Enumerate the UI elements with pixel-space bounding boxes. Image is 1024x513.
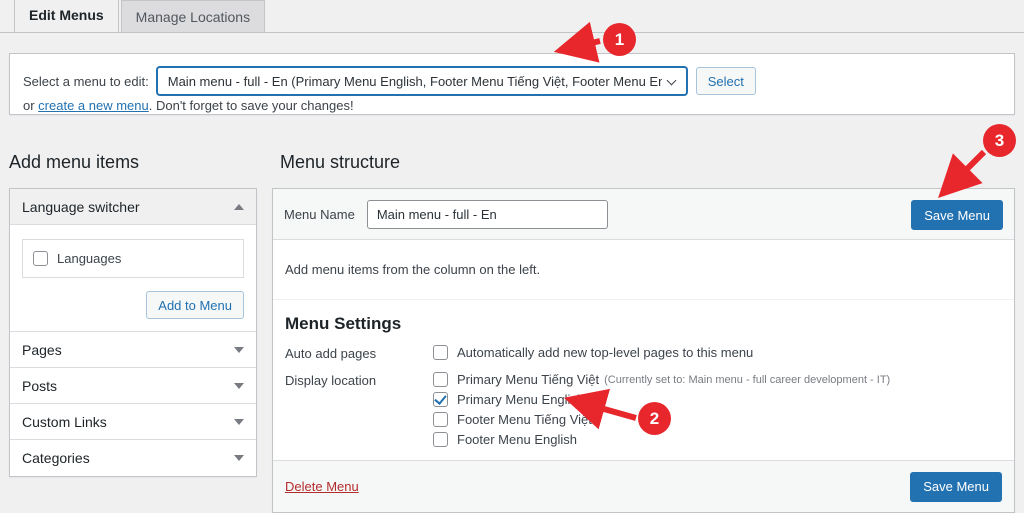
save-menu-button-top[interactable]: Save Menu bbox=[911, 200, 1003, 230]
create-menu-row: or create a new menu. Don't forget to sa… bbox=[23, 98, 354, 113]
add-to-menu-button[interactable]: Add to Menu bbox=[146, 291, 244, 319]
tab-manage-locations[interactable]: Manage Locations bbox=[120, 0, 266, 32]
delete-menu-link[interactable]: Delete Menu bbox=[285, 479, 359, 494]
accordion-custom-links[interactable]: Custom Links bbox=[10, 404, 256, 440]
location-option-footer-menu-tieng-viet[interactable]: Footer Menu Tiếng Việt bbox=[433, 412, 1002, 427]
location-checkbox-primary-menu-tieng-viet[interactable] bbox=[433, 372, 448, 387]
menu-name-input[interactable] bbox=[366, 199, 608, 229]
save-menu-button-bottom[interactable]: Save Menu bbox=[910, 471, 1002, 502]
tab-bar: Edit Menus Manage Locations bbox=[0, 0, 1024, 33]
accordion-categories-label: Categories bbox=[22, 450, 90, 466]
languages-list-box: Languages bbox=[22, 239, 244, 278]
menu-name-label: Menu Name bbox=[284, 206, 355, 222]
languages-label: Languages bbox=[57, 251, 122, 266]
accordion-posts-label: Posts bbox=[22, 377, 58, 394]
location-note-primary-menu-tieng-viet: (Currently set to: Main menu - full care… bbox=[604, 373, 891, 386]
location-label-footer-menu-english: Footer Menu English bbox=[457, 432, 577, 447]
menu-settings-section: Menu Settings Auto add pages Automatical… bbox=[273, 300, 1014, 465]
menu-settings-heading: Menu Settings bbox=[285, 314, 402, 333]
menu-name-bar: Menu Name Save Menu bbox=[273, 189, 1014, 240]
menu-structure-panel: Menu Name Save Menu Add menu items from … bbox=[272, 188, 1015, 513]
annotation-marker-3: 3 bbox=[983, 124, 1016, 157]
menu-select-panel: Select a menu to edit: Main menu - full … bbox=[9, 53, 1015, 115]
menu-actions-bar: Delete Menu Save Menu bbox=[273, 460, 1014, 512]
empty-menu-hint: Add menu items from the column on the le… bbox=[273, 240, 1014, 300]
chevron-down-icon bbox=[668, 76, 678, 86]
display-location-label: Display location bbox=[285, 373, 377, 388]
languages-checkbox[interactable] bbox=[33, 251, 48, 266]
location-option-primary-menu-tieng-viet[interactable]: Primary Menu Tiếng Việt (Currently set t… bbox=[433, 372, 1002, 387]
accordion-pages-label: Pages bbox=[22, 341, 62, 358]
accordion-language-switcher[interactable]: Language switcher bbox=[10, 189, 256, 225]
list-item[interactable]: Languages bbox=[33, 251, 233, 266]
create-menu-prefix: or bbox=[23, 98, 39, 113]
location-checkbox-primary-menu-english[interactable] bbox=[433, 392, 448, 407]
location-option-primary-menu-english[interactable]: Primary Menu English bbox=[433, 392, 1002, 407]
arrow-up-icon bbox=[234, 203, 244, 210]
create-new-menu-link[interactable]: create a new menu bbox=[38, 98, 149, 113]
add-to-menu-wrap: Add to Menu bbox=[22, 291, 244, 319]
annotation-marker-2: 2 bbox=[638, 402, 671, 435]
tab-edit-menus[interactable]: Edit Menus bbox=[14, 0, 119, 32]
annotation-arrow-3 bbox=[938, 149, 987, 198]
location-checkbox-footer-menu-english[interactable] bbox=[433, 432, 448, 447]
accordion-categories[interactable]: Categories bbox=[10, 440, 256, 476]
select-menu-row: Select a menu to edit: Main menu - full … bbox=[23, 67, 756, 95]
auto-add-pages-row: Auto add pages Automatically add new top… bbox=[285, 345, 1002, 365]
menu-structure-title: Menu structure bbox=[280, 152, 401, 172]
add-menu-items-title: Add menu items bbox=[9, 152, 140, 172]
arrow-down-icon bbox=[234, 418, 244, 425]
auto-add-pages-option-label: Automatically add new top-level pages to… bbox=[457, 345, 754, 360]
create-menu-suffix: . Don't forget to save your changes! bbox=[148, 98, 354, 113]
arrow-down-icon bbox=[234, 455, 244, 461]
accordion-pages[interactable]: Pages bbox=[10, 332, 256, 368]
tab-edit-menus-label: Edit Menus bbox=[29, 7, 104, 23]
location-label-primary-menu-tieng-viet: Primary Menu Tiếng Việt bbox=[457, 372, 600, 387]
language-switcher-body: Languages Add to Menu bbox=[10, 225, 256, 332]
accordion-posts[interactable]: Posts bbox=[10, 368, 256, 404]
select-button[interactable]: Select bbox=[695, 67, 756, 95]
auto-add-pages-option[interactable]: Automatically add new top-level pages to… bbox=[433, 345, 1002, 360]
location-option-footer-menu-english[interactable]: Footer Menu English bbox=[433, 432, 1002, 447]
auto-add-pages-checkbox[interactable] bbox=[433, 345, 448, 360]
accordion-language-switcher-label: Language switcher bbox=[22, 198, 140, 215]
menu-select-dropdown[interactable]: Main menu - full - En (Primary Menu Engl… bbox=[156, 67, 687, 95]
add-menu-items-panel: Language switcher Languages Add to Menu … bbox=[9, 188, 257, 477]
tab-manage-locations-label: Manage Locations bbox=[135, 9, 251, 25]
location-label-footer-menu-tieng-viet: Footer Menu Tiếng Việt bbox=[457, 412, 592, 427]
location-label-primary-menu-english: Primary Menu English bbox=[457, 392, 585, 407]
arrow-down-icon bbox=[234, 382, 244, 389]
accordion-custom-links-label: Custom Links bbox=[22, 413, 107, 430]
annotation-arrow-1 bbox=[553, 21, 601, 63]
menu-select-value: Main menu - full - En (Primary Menu Engl… bbox=[167, 73, 662, 89]
location-checkbox-footer-menu-tieng-viet[interactable] bbox=[433, 412, 448, 427]
select-menu-label: Select a menu to edit: bbox=[23, 73, 149, 89]
arrow-down-icon bbox=[234, 346, 244, 353]
auto-add-pages-label: Auto add pages bbox=[285, 346, 377, 361]
annotation-marker-1: 1 bbox=[603, 23, 636, 56]
